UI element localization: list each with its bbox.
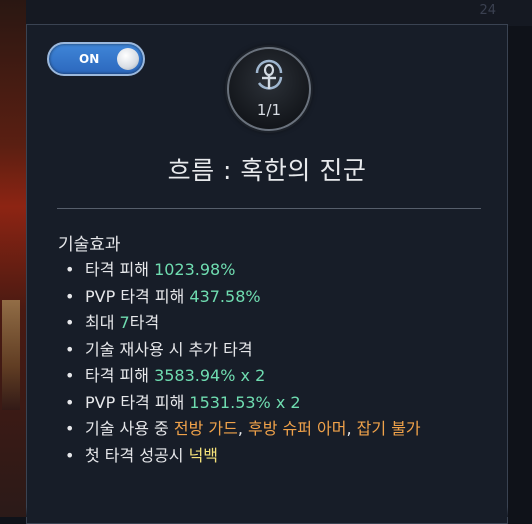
effects-list: 타격 피해 1023.98%PVP 타격 피해 437.58%최대 7타격기술 … [57,257,477,469]
effect-text: , [237,419,248,438]
effect-item: 기술 사용 중 전방 가드, 후방 슈퍼 아머, 잡기 불가 [57,416,477,443]
corner-number: 24 [479,3,496,18]
effect-text: 잡기 불가 [356,419,421,438]
effect-text: PVP 타격 피해 [85,392,190,412]
skill-toggle-switch[interactable]: ON [47,42,145,76]
background-art [0,0,26,517]
effect-item: 첫 타격 성공시 넉백 [57,443,477,470]
effect-text: , [346,419,357,438]
effect-text: 3583.94% x 2 [154,366,266,385]
toggle-label: ON [79,52,100,66]
background-top: 24 [26,0,532,26]
effect-text: 후방 슈퍼 아머 [248,419,347,438]
skill-title: 흐름 : 혹한의 진군 [167,156,367,185]
effect-item: 타격 피해 3583.94% x 2 [57,363,477,390]
effect-item: PVP 타격 피해 1531.53% x 2 [57,390,477,417]
divider [57,208,481,209]
section-title: 기술효과 [58,235,121,255]
effect-text: 첫 타격 성공시 [85,445,189,465]
effect-text: 1531.53% x 2 [189,392,301,412]
effect-text: 타격 피해 [85,260,155,279]
effect-text: 기술 재사용 시 추가 타격 [85,339,253,359]
effect-text: 437.58% [189,286,261,306]
effect-text: 7 [119,313,130,332]
effect-text: 타격 [129,313,160,332]
effect-text: 전방 가드 [173,419,238,438]
ankh-swirl-icon [255,59,283,90]
toggle-knob[interactable] [117,48,139,70]
skill-count: 1/1 [256,101,282,119]
effect-item: PVP 타격 피해 437.58% [57,284,477,311]
effect-item: 기술 재사용 시 추가 타격 [57,337,477,364]
skill-tooltip-panel: ON 1/1 흐름 : 혹한의 진군 기술효과 타격 피해 1023.98%PV… [26,24,508,524]
effect-text: 1023.98% [154,260,236,279]
effect-text: 최대 [85,313,120,332]
effect-text: PVP 타격 피해 [85,286,190,306]
skill-icon: 1/1 [227,47,311,131]
panel-bottom-fade [26,507,508,517]
effect-text: 기술 사용 중 [85,419,174,438]
effect-item: 타격 피해 1023.98% [57,257,477,284]
effect-text: 타격 피해 [85,366,155,385]
effect-item: 최대 7타격 [57,310,477,337]
effect-text: 넉백 [188,445,219,465]
